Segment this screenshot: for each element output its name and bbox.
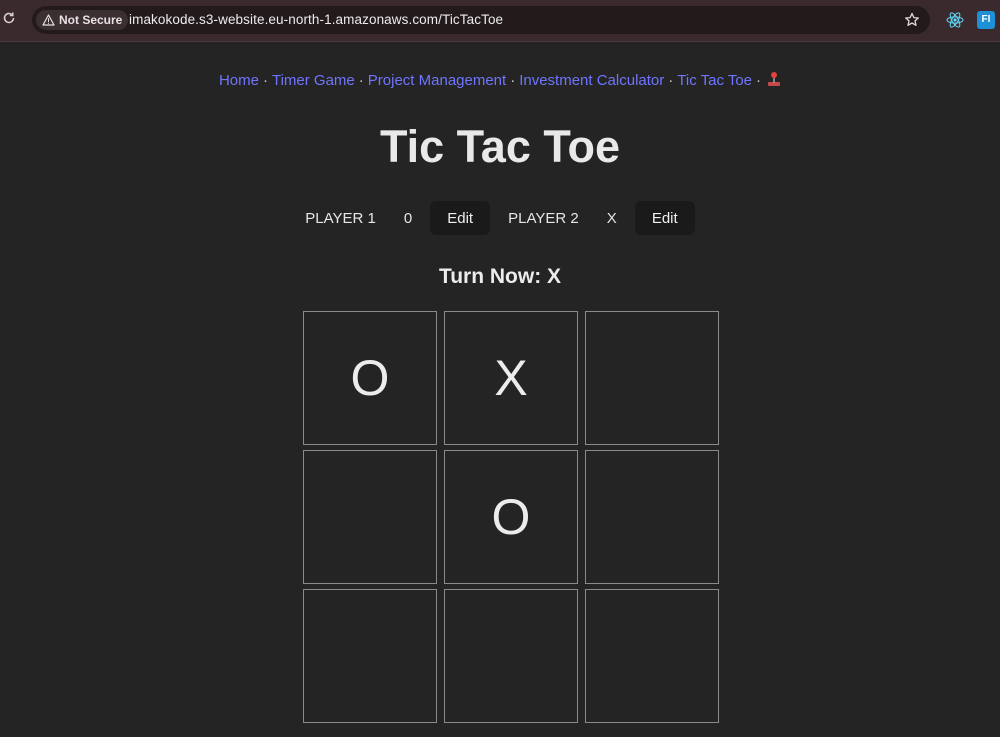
board-cell[interactable] — [585, 311, 719, 445]
joystick-icon[interactable] — [767, 71, 781, 87]
browser-toolbar: Not Secure imakokode.s3-website.eu-north… — [0, 0, 1000, 42]
address-bar[interactable]: Not Secure imakokode.s3-website.eu-north… — [32, 6, 930, 34]
nav-separator: · — [510, 72, 516, 89]
bookmark-star-icon[interactable] — [904, 12, 920, 28]
nav-separator: · — [756, 72, 762, 89]
fi-extension-icon[interactable]: FI — [977, 11, 995, 29]
player-2-name: PLAYER 2 — [508, 209, 579, 227]
nav-link-project-management[interactable]: Project Management — [368, 72, 506, 89]
board-cell[interactable] — [303, 589, 437, 723]
nav-link-timer-game[interactable]: Timer Game — [272, 72, 355, 89]
reload-icon[interactable] — [2, 11, 16, 25]
board-cell[interactable] — [303, 450, 437, 584]
player-1-symbol: 0 — [403, 209, 413, 227]
board-cell[interactable] — [585, 589, 719, 723]
board-cell[interactable] — [444, 589, 578, 723]
warning-icon — [42, 14, 55, 26]
board-cell[interactable]: X — [444, 311, 578, 445]
player-1-name: PLAYER 1 — [305, 209, 376, 227]
players-bar: PLAYER 1 0 Edit PLAYER 2 X Edit — [0, 201, 1000, 235]
react-devtools-icon[interactable] — [946, 11, 964, 29]
nav-link-investment-calculator[interactable]: Investment Calculator — [519, 72, 664, 89]
player-2-symbol: X — [606, 209, 617, 227]
board-cell[interactable]: O — [444, 450, 578, 584]
url-text[interactable]: imakokode.s3-website.eu-north-1.amazonaw… — [129, 12, 503, 27]
turn-indicator: Turn Now: X — [438, 265, 562, 288]
site-nav: Home · Timer Game · Project Management · Inves… — [0, 71, 1000, 89]
board-cell[interactable]: O — [303, 311, 437, 445]
security-indicator[interactable]: Not Secure — [36, 10, 129, 30]
nav-separator: · — [668, 72, 674, 89]
nav-link-tic-tac-toe[interactable]: Tic Tac Toe — [677, 72, 752, 89]
nav-separator: · — [262, 72, 268, 89]
security-label: Not Secure — [59, 13, 123, 27]
player-1-edit-button[interactable]: Edit — [430, 201, 491, 235]
board-cell[interactable] — [585, 450, 719, 584]
page-title: Tic Tac Toe — [379, 121, 621, 172]
nav-separator: · — [358, 72, 364, 89]
nav-link-home[interactable]: Home — [219, 72, 259, 89]
page-content: Home · Timer Game · Project Management · Inves… — [0, 41, 1000, 737]
player-2-edit-button[interactable]: Edit — [634, 201, 695, 235]
game-board: O X O — [303, 311, 719, 723]
